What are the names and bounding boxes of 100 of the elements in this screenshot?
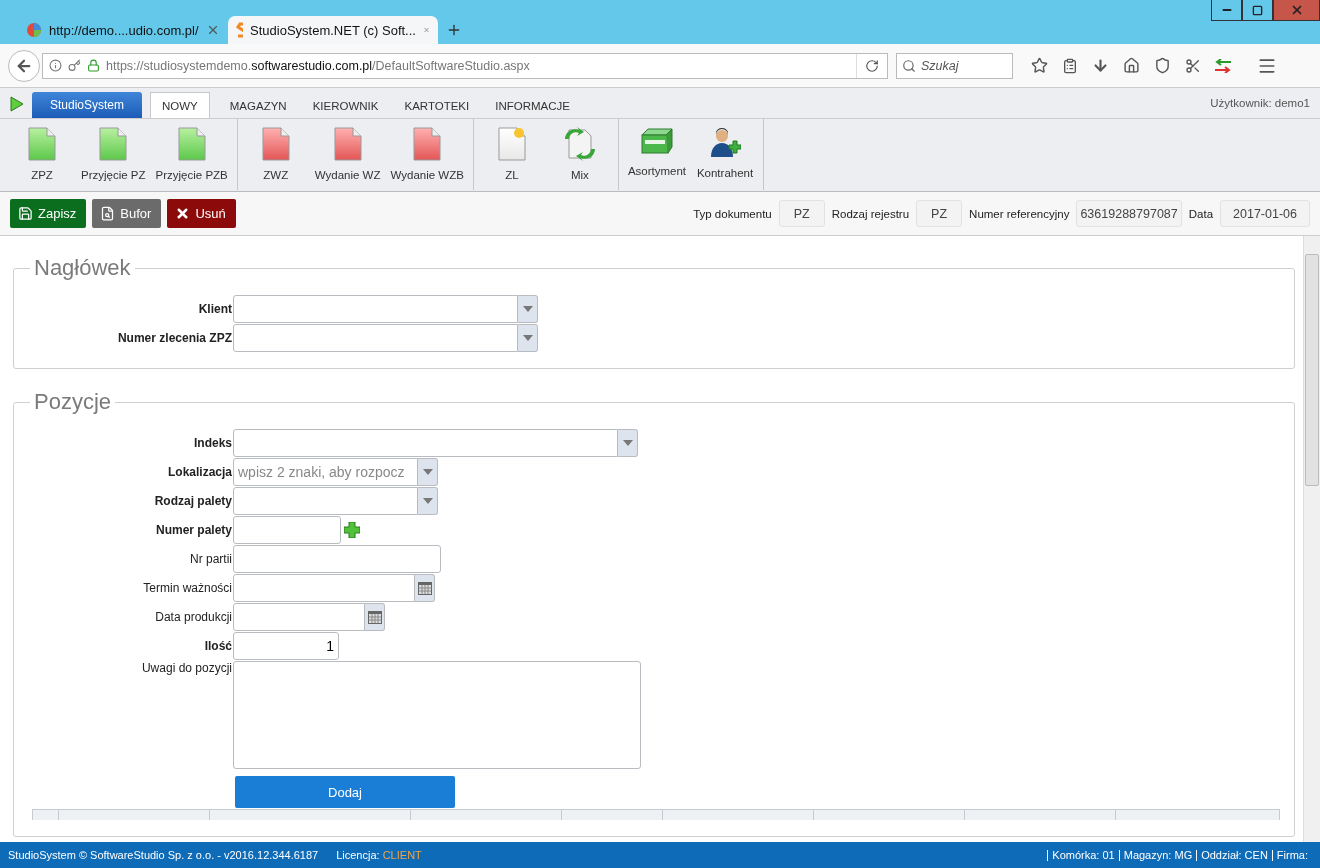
ribbon-item[interactable]: Kontrahent [691,123,760,190]
url-text: https://studiosystemdemo.softwarestudio.com.pl/DefaultSoftwareStudio.aspx [106,58,531,73]
field-label: Lokalizacja [166,465,233,479]
download-icon[interactable] [1092,57,1109,74]
ribbon-item[interactable]: Wydanie WZB [385,123,469,190]
info-value: 63619288797087 [1076,200,1182,227]
calendar-button[interactable] [415,574,435,602]
menu-tab[interactable]: MAGAZYN [217,92,299,118]
scissors-icon[interactable] [1185,57,1201,74]
document-icon [27,127,57,161]
reload-icon[interactable] [865,58,879,73]
app-menu-button[interactable]: StudioSystem [32,92,142,118]
dropdown-button[interactable] [418,487,438,515]
star-icon[interactable] [1031,57,1048,74]
address-bar[interactable]: https://studiosystemdemo.softwarestudio.com.pl/DefaultSoftwareStudio.aspx [42,52,888,79]
back-button[interactable] [8,49,40,82]
ribbon-item[interactable]: Mix [545,123,614,190]
status-item: Firma: [1271,849,1312,861]
field-label: Data produkcji [154,610,233,624]
info-value: 2017-01-06 [1220,200,1310,227]
section-title: Pozycje [33,389,113,415]
ribbon-item[interactable]: ZWZ [241,123,310,190]
ribbon-item[interactable]: ZPZ [8,123,76,190]
home-icon[interactable] [1123,57,1140,74]
field-label: Indeks [193,436,233,450]
calendar-icon [417,581,432,595]
info-icon[interactable] [49,59,62,72]
input-field[interactable] [233,545,441,573]
input-field[interactable] [233,487,418,515]
dropdown-caret-icon [522,306,533,312]
box-icon [639,127,674,157]
calendar-icon [367,610,382,624]
input-field[interactable] [233,603,365,631]
reading-list-icon[interactable] [1062,57,1078,74]
field-label: Rodzaj palety [153,494,233,508]
person-add-icon [709,127,742,159]
action-button[interactable]: Bufor [92,199,162,228]
add-button[interactable]: Dodaj [235,776,455,808]
search-field[interactable]: Szukaj [896,52,1013,79]
copyright-text: StudioSystem © SoftwareStudio Sp. z o.o. - v2016.12.344.6187 [8,849,319,861]
input-field[interactable]: 1 [233,632,339,660]
input-field[interactable] [233,574,415,602]
field-label: Ilość [203,639,233,653]
new-document-icon [496,127,527,161]
action-button[interactable]: Zapisz [10,199,87,228]
dropdown-caret-icon [422,498,433,504]
scrollbar[interactable] [1303,236,1320,842]
info-label: Numer referencyjny [969,207,1070,220]
input-field[interactable] [233,295,518,323]
ribbon-item[interactable]: Przyjęcie PZB [150,123,233,190]
tab-title: StudioSystem.NET (c) Soft... [250,22,416,38]
dropdown-caret-icon [622,440,633,446]
input-field[interactable] [233,429,618,457]
document-search-icon [100,206,116,221]
menu-tab[interactable]: KIEROWNIK [300,92,391,118]
play-icon[interactable] [10,96,24,112]
dropdown-caret-icon [422,469,433,475]
status-item: Komórka: 01 [1047,849,1119,861]
browser-tab[interactable]: http://demo....udio.com.pl/ [18,16,228,44]
close-icon[interactable] [206,23,220,37]
menu-tab[interactable]: NOWY [150,92,210,118]
globe-icon [26,22,42,38]
menu-tab[interactable]: KARTOTEKI [392,92,482,118]
license-text: Licencja: CLIENT [336,849,422,861]
info-value: PZ [778,200,825,227]
ribbon-item[interactable]: Wydanie WZ [309,123,386,190]
field-label: Uwagi do pozycji [140,661,233,675]
input-field[interactable]: wpisz 2 znaki, aby rozpocz [233,458,418,486]
dropdown-button[interactable] [518,295,538,323]
shield-icon[interactable] [1154,57,1171,74]
dropdown-caret-icon [522,335,533,341]
swap-arrows-icon[interactable] [1215,58,1231,73]
user-label: Użytkownik: demo1 [1210,97,1310,109]
search-icon [902,58,916,73]
action-button[interactable]: Usuń [167,199,236,228]
ribbon-item[interactable]: Przyjęcie PZ [76,123,151,190]
key-icon[interactable] [68,59,81,72]
input-field[interactable] [233,516,341,544]
lock-icon[interactable] [87,59,100,72]
add-icon[interactable] [344,522,360,538]
input-field[interactable] [233,324,518,352]
dropdown-button[interactable] [618,429,638,457]
browser-tab[interactable]: StudioSystem.NET (c) Soft... [228,16,438,44]
dropdown-button[interactable] [518,324,538,352]
section-title: Nagłówek [33,255,132,281]
document-icon [260,127,291,161]
logo-icon [236,22,244,38]
new-tab-icon[interactable] [446,22,462,38]
maximize-icon[interactable] [1252,4,1263,16]
info-value: PZ [916,200,963,227]
info-label: Data [1188,207,1214,220]
dropdown-button[interactable] [418,458,438,486]
tab-title: http://demo....udio.com.pl/ [49,22,199,38]
calendar-button[interactable] [365,603,385,631]
field-label: Klient [197,302,233,316]
status-item: Magazyn: MG [1118,849,1197,861]
document-icon [412,127,443,161]
ribbon-item[interactable]: ZL [477,123,546,190]
menu-tab[interactable]: INFORMACJE [483,92,582,118]
ribbon-item[interactable]: Asortyment [622,123,692,190]
